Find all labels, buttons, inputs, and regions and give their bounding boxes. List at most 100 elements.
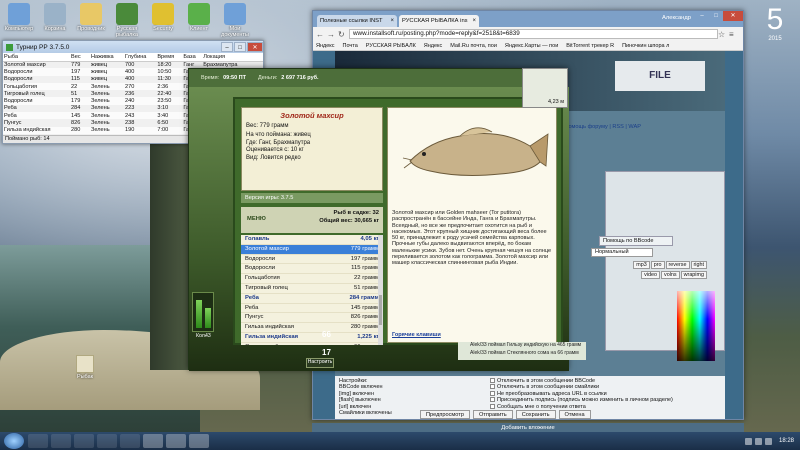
checkbox[interactable] [490,397,495,403]
tournament-title-bar[interactable]: Турнир РР 3.7.5.0 – □ ✕ [3,41,263,53]
form-button[interactable]: Отмена [558,410,591,419]
reload-icon[interactable]: ↻ [338,30,349,39]
bbcode-button[interactable]: volns [661,271,680,279]
bookmark-item[interactable]: Пиночкин шпора л [622,43,669,49]
list-item[interactable]: Голавль 4,05 кг [241,235,383,245]
star-icon[interactable]: ☆ [718,30,729,39]
menu-icon[interactable]: ≡ [729,30,740,39]
user-name[interactable]: Александр [658,15,695,24]
list-item[interactable]: Водоросли 115 грамм [241,264,383,275]
calendar-gadget[interactable]: 5 2015 [752,4,798,64]
network-icon[interactable] [754,437,762,445]
bbcode-button[interactable]: pro [650,261,665,269]
list-item[interactable]: Гильза индийская 1,225 кг [241,333,383,343]
table-cell: 190 [124,126,157,134]
bbcode-help[interactable]: Помощь по BBcode [599,236,673,246]
desktop-icon[interactable]: Компьютер [2,0,36,38]
column-header[interactable]: Наживка [89,53,125,62]
close-button[interactable]: ✕ [723,11,743,21]
desktop-icon[interactable]: Русская рыбалка [110,0,144,38]
column-header[interactable]: Локация [202,53,263,62]
bbcode-button[interactable]: right [690,261,707,269]
scrollbar[interactable] [378,235,383,345]
list-item[interactable]: Реба 284 грамм [241,294,383,304]
checkbox[interactable] [490,403,495,409]
list-item[interactable]: Водоросли 197 грамм [241,255,383,265]
column-header[interactable]: База [182,53,203,62]
checkbox[interactable] [490,390,495,396]
column-header[interactable]: Глубина [124,53,157,62]
list-item[interactable]: Тигровый голец 51 грамм [241,284,383,294]
clock[interactable]: 18:28 [779,438,794,444]
list-item[interactable]: Золотой махсир 779 грамм [241,244,383,255]
bookmark-item[interactable]: Яндекс [424,43,443,49]
site-logo[interactable]: FILE [615,61,705,91]
menu-button[interactable]: МЕНЮ [247,216,266,222]
desktop-icon[interactable]: Мои документы [218,0,252,38]
minimize-button[interactable]: – [695,11,709,21]
desktop-icon[interactable]: Security [146,0,180,38]
taskbar-media[interactable] [51,434,71,448]
taskbar-game[interactable] [143,434,163,448]
table-cell: Тигровый голец [4,90,45,97]
close-tab-icon[interactable]: × [472,18,476,24]
font-size-select[interactable]: Нормальный [591,248,653,257]
close-tab-icon[interactable]: × [390,18,394,24]
start-button[interactable] [4,433,24,449]
bookmark-item[interactable]: РУССКАЯ РЫБАЛК [366,43,416,49]
tab-useful-links[interactable]: Полезные ссылки INST × [317,15,397,27]
desktop-icon-fisher[interactable]: Рыбак [68,355,102,380]
setup-button[interactable]: Настроить [306,358,334,368]
fish-description-panel: Золотой махсир или Golden mahseer (Tor p… [387,107,557,343]
taskbar-opera[interactable] [74,434,94,448]
close-button[interactable]: ✕ [247,42,263,52]
table-cell: 3:40 [156,112,183,120]
game-money: 2 697 716 руб. [281,75,319,81]
taskbar-torrent[interactable] [120,434,140,448]
table-cell: Зелень [90,120,110,127]
table-cell: 6:50 [157,120,169,127]
list-item[interactable]: Гильза индийская 280 грамм [241,323,383,333]
list-item[interactable]: Стеклянный сом66 грамм [241,343,383,345]
tab-russian-fishing[interactable]: РУССКАЯ РЫБАЛКА ins × [399,15,479,27]
taskbar-word[interactable] [97,434,117,448]
column-header[interactable]: Рыба [3,53,70,62]
bbcode-button[interactable]: wrapimg [680,271,707,279]
form-button[interactable]: Отправить [472,410,513,419]
bbcode-button[interactable]: reverse [665,261,690,269]
hotkeys-link[interactable]: Горячие клавиши [392,332,441,338]
taskbar-chrome[interactable] [189,434,209,448]
bookmark-item[interactable]: Яндекс [316,43,335,49]
checkbox[interactable] [490,384,495,390]
list-item[interactable]: Пунгус 826 грамм [241,313,383,324]
forward-icon[interactable]: → [327,30,338,39]
checkbox[interactable] [490,378,495,383]
form-button[interactable]: Сохранить [515,410,556,419]
table-cell: живец [90,61,108,68]
form-button[interactable]: Предпросмотр [420,410,470,419]
bookmark-item[interactable]: Яндекс.Карты — пои [505,43,558,49]
address-bar[interactable]: www.installsoft.ru/posting.php?mode=repl… [349,29,718,39]
back-icon[interactable]: ← [316,30,327,39]
language-icon[interactable] [744,437,752,445]
bbcode-button[interactable]: video [641,271,661,279]
column-header[interactable]: Вес [69,53,90,62]
maximize-button[interactable]: □ [234,42,246,52]
volume-icon[interactable] [764,437,772,445]
bookmark-item[interactable]: BitTorrent трекер R [566,43,614,49]
desktop-icon[interactable]: Корзина [38,0,72,38]
column-header[interactable]: Время [156,53,183,62]
color-palette[interactable] [677,291,715,361]
taskbar-tournament[interactable] [166,434,186,448]
bbcode-button[interactable]: mp3 [633,261,650,269]
taskbar-explorer[interactable] [28,434,48,448]
maximize-button[interactable]: □ [709,11,723,21]
desktop-icon[interactable]: Проводник [74,0,108,38]
option-checkbox[interactable]: Сообщать мне о получении ответа [490,403,720,410]
minimize-button[interactable]: – [221,42,233,52]
list-item[interactable]: Реба 145 грамм [241,304,383,314]
desktop-icon[interactable]: Клиент [182,0,216,38]
list-item[interactable]: Гольцаботия 22 грамм [241,274,383,284]
bookmark-item[interactable]: Почта [343,43,358,49]
bookmark-item[interactable]: Mail.Ru почта, пои [450,43,497,49]
